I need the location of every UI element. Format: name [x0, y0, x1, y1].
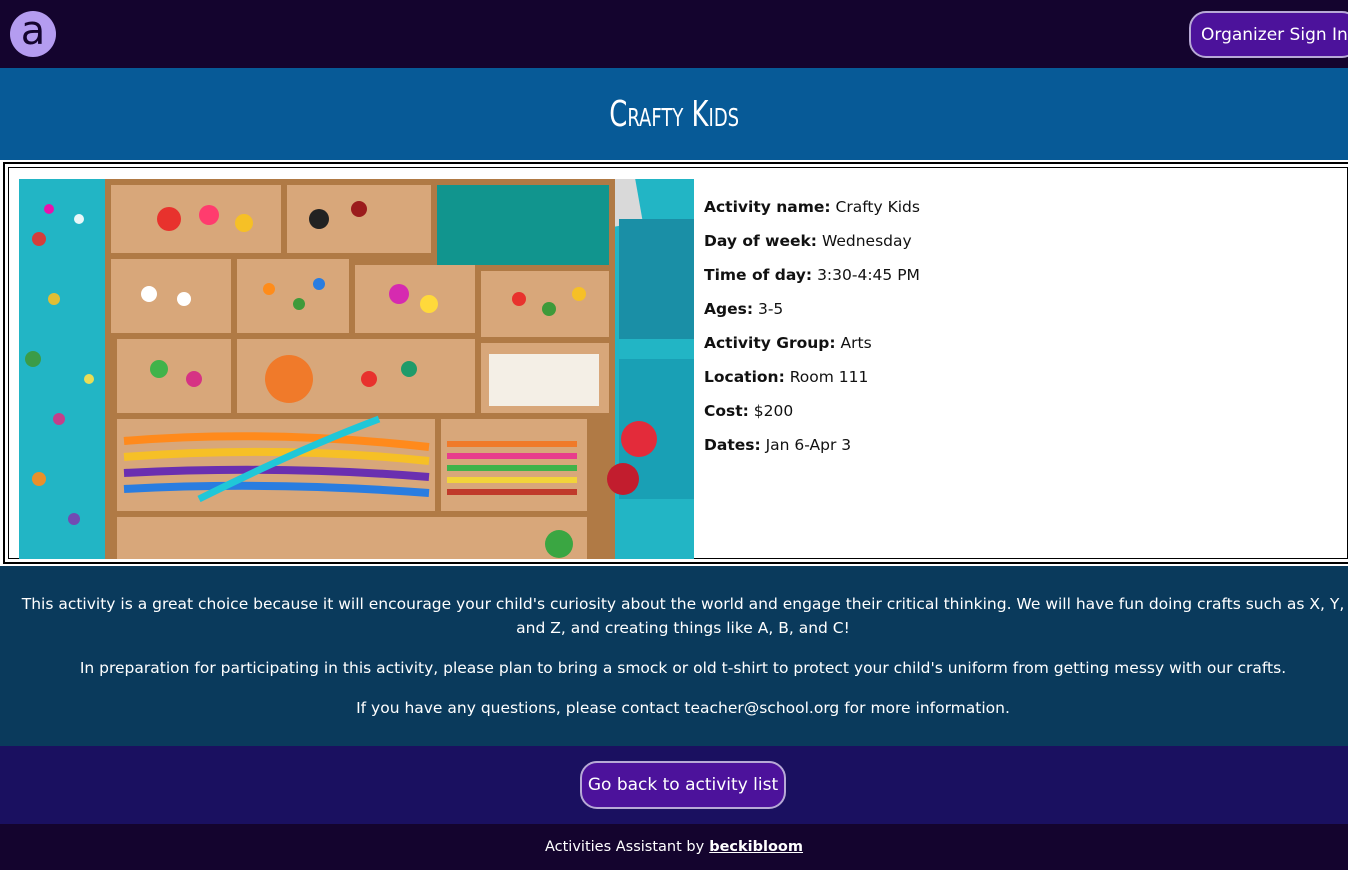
craft-supplies-image [19, 179, 694, 559]
detail-label: Activity name: [704, 198, 831, 216]
detail-activity-group: Activity Group: Arts [704, 330, 1304, 364]
detail-value: 3:30-4:45 PM [817, 266, 920, 284]
footer-text: Activities Assistant by [544, 839, 705, 855]
detail-label: Day of week: [704, 232, 817, 250]
detail-value: $200 [753, 402, 794, 420]
detail-location: Location: Room 111 [704, 364, 1304, 398]
page-footer: Activities Assistant by beckibloom [0, 824, 1348, 870]
detail-value: Crafty Kids [835, 198, 920, 216]
app-logo[interactable]: a [10, 11, 56, 57]
activity-details: Activity name: Crafty Kids Day of week: … [704, 194, 1304, 466]
description-paragraph-1: This activity is a great choice because … [21, 595, 1345, 637]
activity-description: This activity is a great choice because … [0, 566, 1348, 746]
page-banner: Crafty Kids [0, 68, 1348, 160]
top-navbar: a Organizer Sign In [0, 0, 1348, 68]
activity-card: Activity name: Crafty Kids Day of week: … [3, 162, 1348, 564]
detail-ages: Ages: 3-5 [704, 296, 1304, 330]
detail-label: Cost: [704, 402, 749, 420]
activity-card-inner: Activity name: Crafty Kids Day of week: … [8, 167, 1348, 559]
detail-label: Dates: [704, 436, 761, 454]
organizer-sign-in-button[interactable]: Organizer Sign In [1189, 11, 1348, 58]
detail-label: Activity Group: [704, 334, 836, 352]
description-paragraph-3: If you have any questions, please contac… [356, 699, 1010, 717]
detail-value: Room 111 [789, 368, 869, 386]
detail-cost: Cost: $200 [704, 398, 1304, 432]
back-bar: Go back to activity list [0, 746, 1348, 824]
detail-value: Arts [840, 334, 872, 352]
footer-author-link[interactable]: beckibloom [709, 839, 803, 855]
detail-dates: Dates: Jan 6-Apr 3 [704, 432, 1304, 466]
description-paragraph-2: In preparation for participating in this… [79, 659, 1287, 677]
detail-day-of-week: Day of week: Wednesday [704, 228, 1304, 262]
detail-label: Ages: [704, 300, 754, 318]
back-to-activity-list-button[interactable]: Go back to activity list [580, 761, 786, 809]
detail-value: Wednesday [821, 232, 912, 250]
detail-value: Jan 6-Apr 3 [765, 436, 852, 454]
page-title: Crafty Kids [609, 93, 739, 135]
detail-time-of-day: Time of day: 3:30-4:45 PM [704, 262, 1304, 296]
activity-photo [19, 179, 694, 559]
detail-label: Time of day: [704, 266, 813, 284]
detail-label: Location: [704, 368, 785, 386]
detail-value: 3-5 [757, 300, 784, 318]
detail-activity-name: Activity name: Crafty Kids [704, 194, 1304, 228]
